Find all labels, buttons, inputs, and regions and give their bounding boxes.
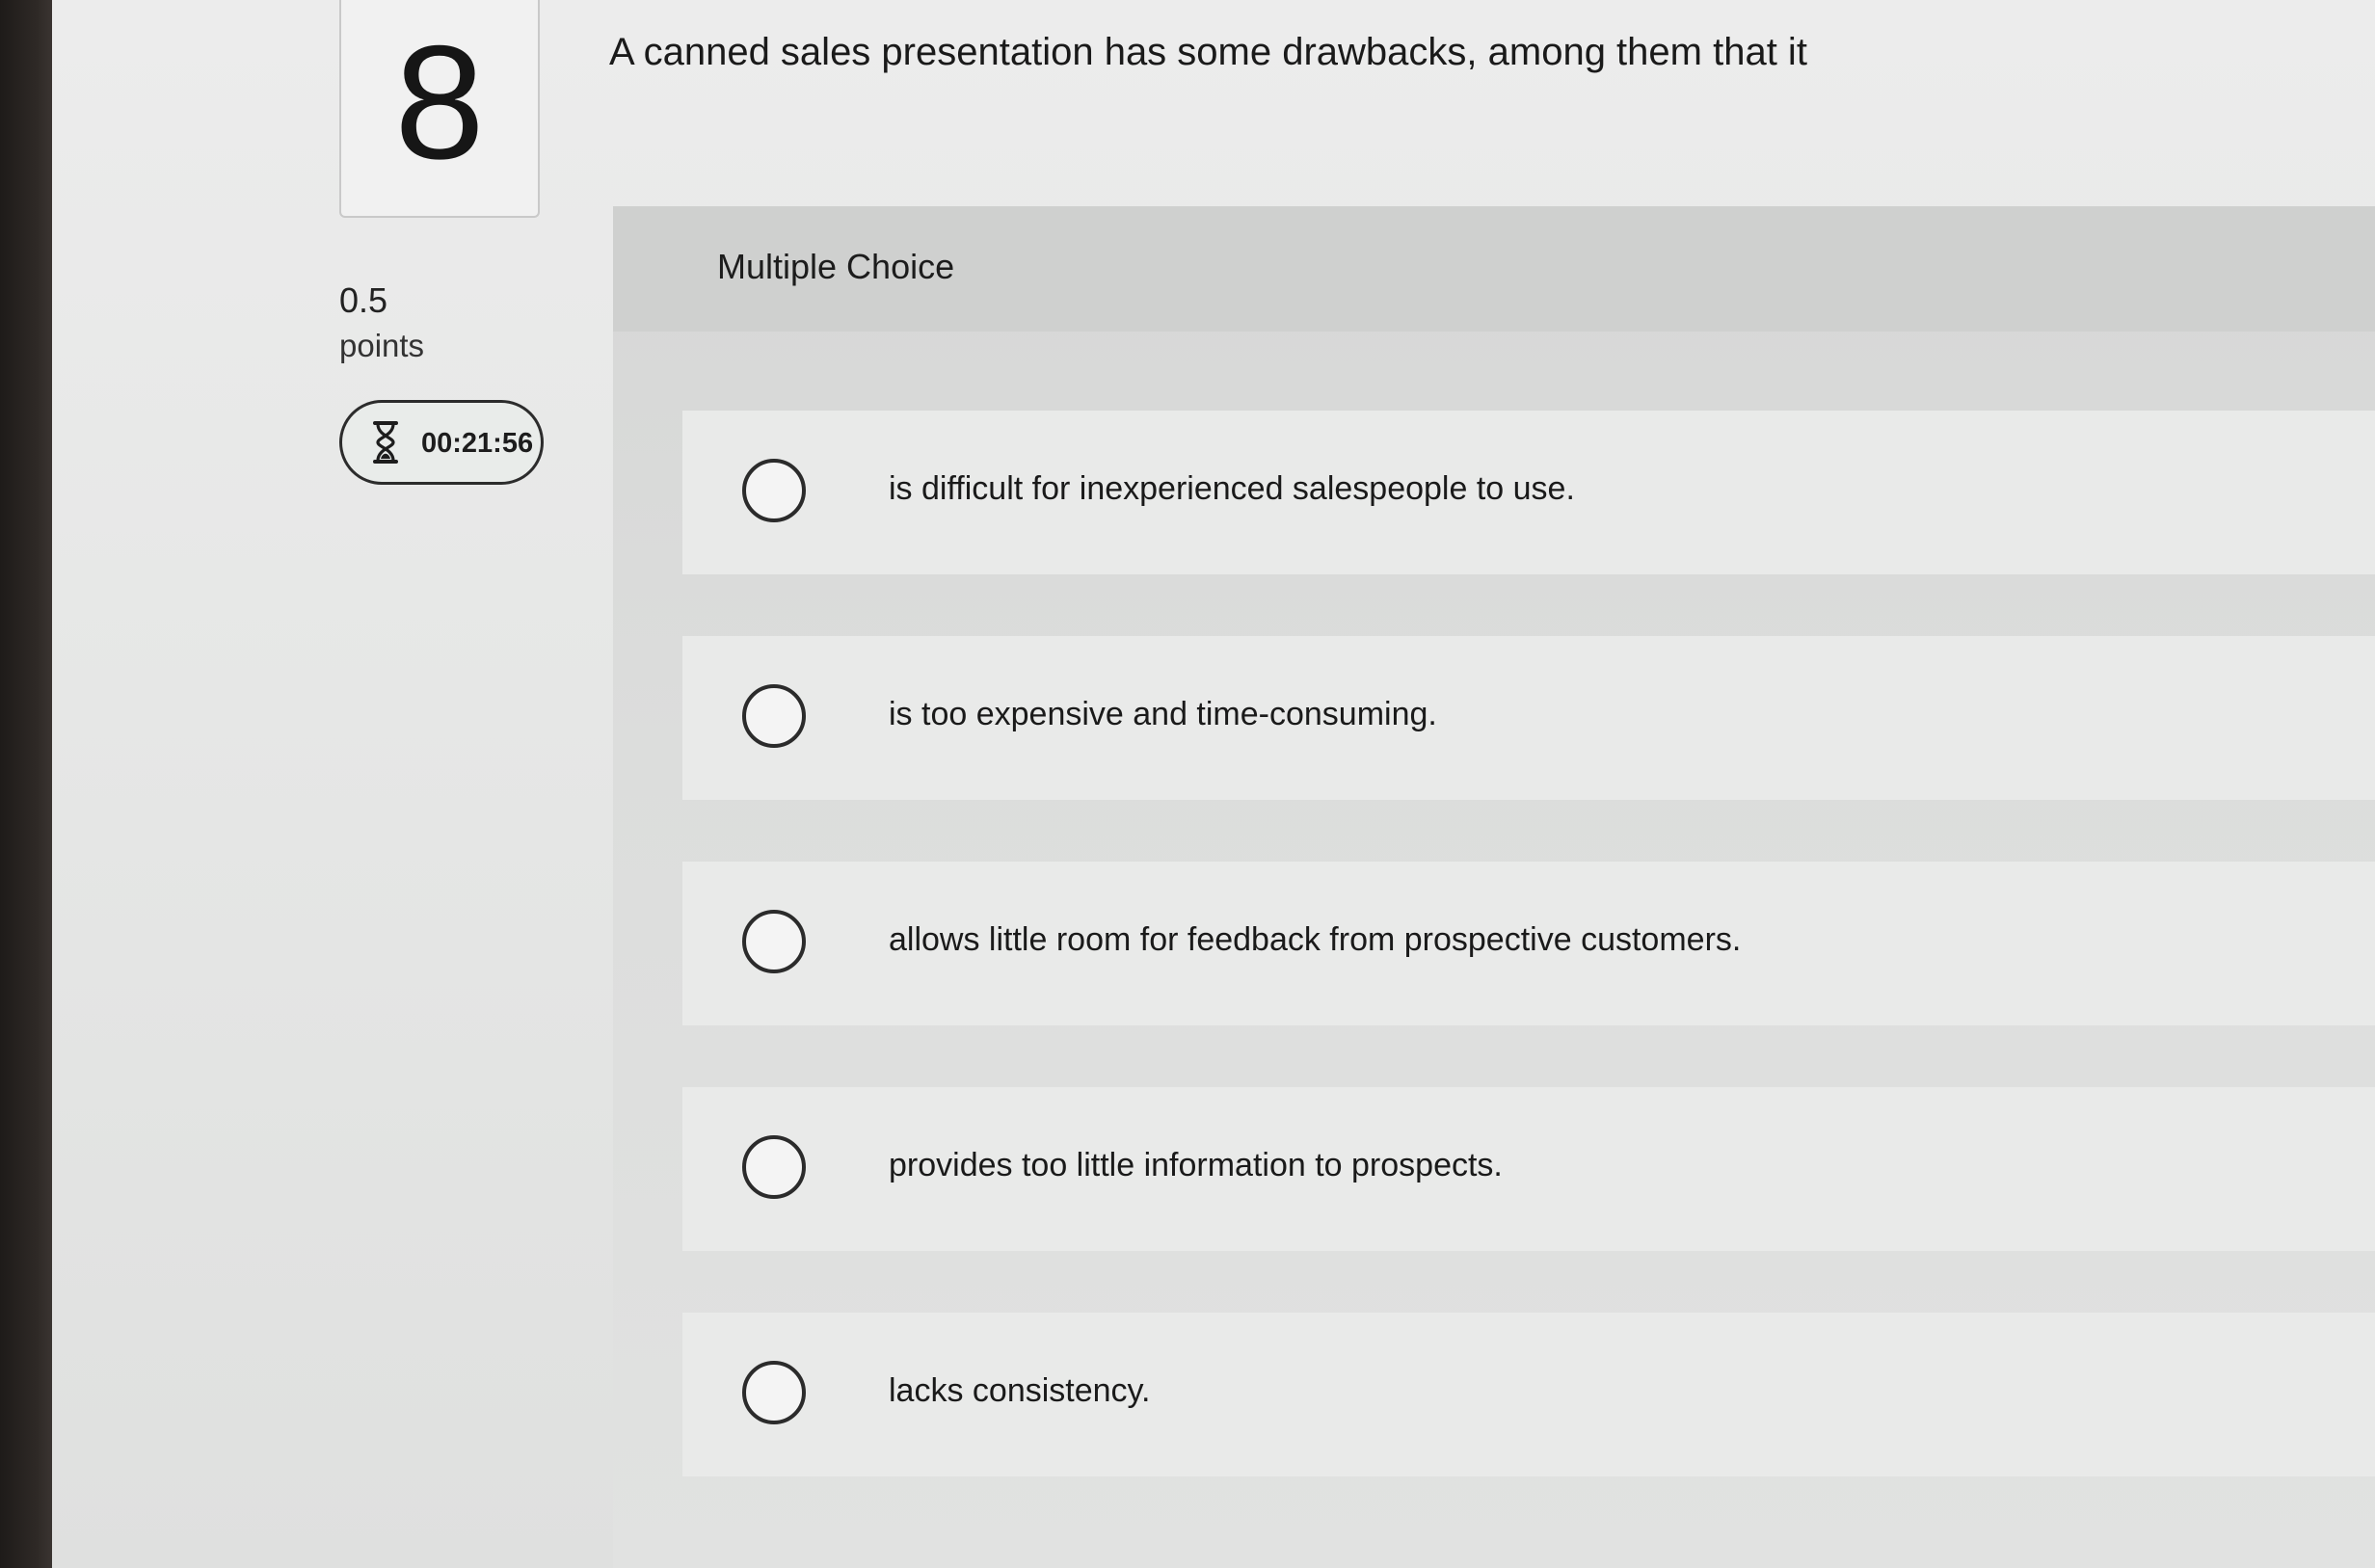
answer-option-label[interactable]: is too expensive and time-consuming.: [889, 694, 1437, 734]
timer-value: 00:21:56: [421, 428, 534, 459]
radio-button[interactable]: [742, 1135, 806, 1199]
question-type-label: Multiple Choice: [717, 247, 955, 286]
quiz-page: 8 0.5 points 00:21:56 A canned sales pre…: [52, 0, 2375, 1568]
radio-button[interactable]: [742, 910, 806, 973]
radio-button[interactable]: [742, 684, 806, 748]
points-label: points: [339, 328, 425, 363]
monitor-bezel: [0, 0, 52, 1568]
radio-button[interactable]: [742, 459, 806, 522]
answer-option[interactable]: lacks consistency.: [682, 1313, 2375, 1476]
radio-button[interactable]: [742, 1361, 806, 1424]
hourglass-icon: [373, 421, 398, 464]
panel-header: Multiple Choice: [613, 206, 2375, 332]
question-number-box: 8: [339, 0, 540, 218]
answer-panel: Multiple Choice is difficult for inexper…: [613, 206, 2375, 1568]
answer-option[interactable]: is difficult for inexperienced salespeop…: [682, 411, 2375, 574]
answer-option-label[interactable]: allows little room for feedback from pro…: [889, 919, 1741, 960]
points-value: 0.5: [339, 280, 388, 320]
timer-badge[interactable]: 00:21:56: [339, 400, 544, 485]
answer-option[interactable]: provides too little information to prosp…: [682, 1087, 2375, 1251]
question-number: 8: [394, 12, 485, 193]
answer-option-label[interactable]: lacks consistency.: [889, 1370, 1150, 1411]
question-text: A canned sales presentation has some dra…: [609, 31, 1807, 73]
answer-option-label[interactable]: is difficult for inexperienced salespeop…: [889, 468, 1575, 509]
answer-option-label[interactable]: provides too little information to prosp…: [889, 1145, 1503, 1185]
answer-option[interactable]: is too expensive and time-consuming.: [682, 636, 2375, 800]
answer-option[interactable]: allows little room for feedback from pro…: [682, 862, 2375, 1025]
